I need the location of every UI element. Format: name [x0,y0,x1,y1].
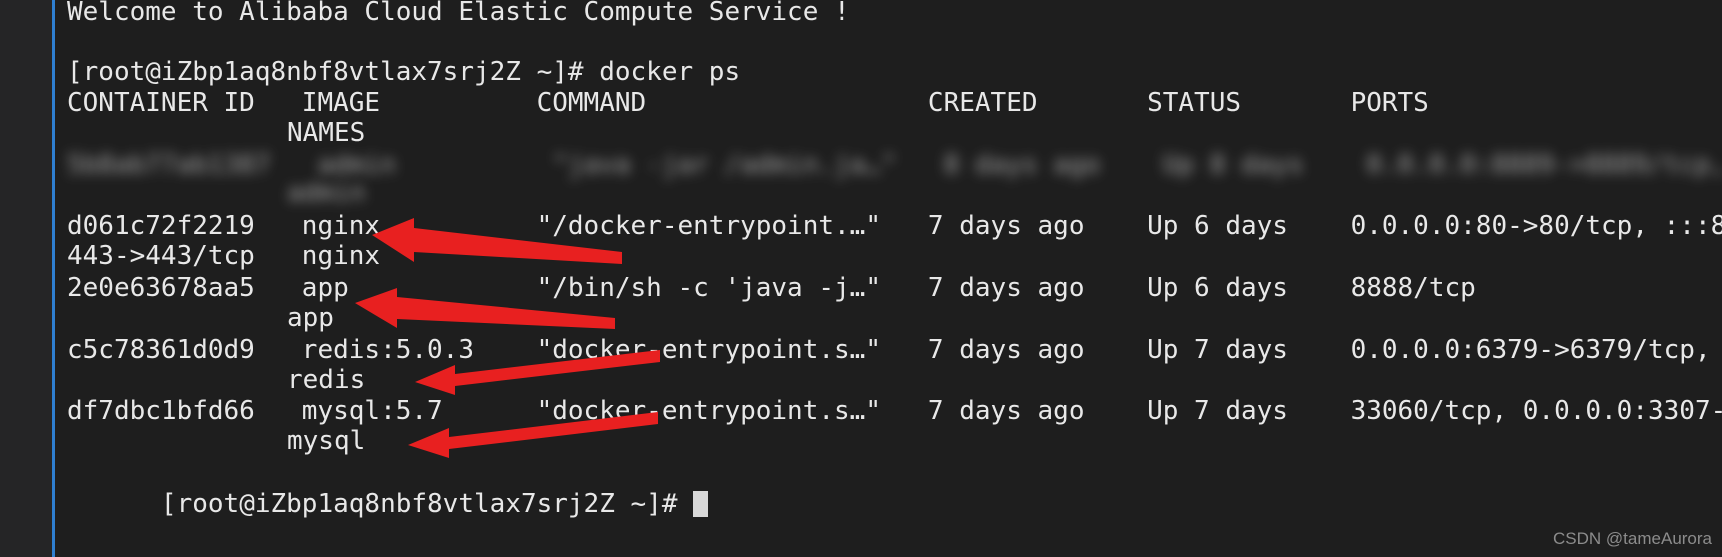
prompt-command-line: [root@iZbp1aq8nbf8vtlax7srj2Z ~]# docker… [67,57,741,87]
terminal-body[interactable]: Welcome to Alibaba Cloud Elastic Compute… [55,0,1722,557]
table-row-redis-line-2: redis [287,365,366,395]
table-row-nginx-line-1: d061c72f2219 nginx "/docker-entrypoint.…… [67,211,1722,241]
table-header-line-2-names: NAMES [287,118,366,148]
table-row-redacted-line-2: admin [287,178,366,208]
table-row-redis-line-1: c5c78361d0d9 redis:5.0.3 "docker-entrypo… [67,335,1711,365]
terminal-screenshot: Welcome to Alibaba Cloud Elastic Compute… [0,0,1722,557]
text-cursor [693,491,709,517]
table-row-redacted-line-1: 5b8ab77ab1387 admin "java -jar /admin.ja… [67,150,1722,180]
table-row-mysql-line-1: df7dbc1bfd66 mysql:5.7 "docker-entrypoin… [67,396,1722,426]
table-row-nginx-line-2: 443->443/tcp nginx [67,241,381,271]
table-row-app-line-2: app [287,303,334,333]
left-gutter [0,0,52,557]
csdn-watermark: CSDN @tameAurora [1553,529,1712,548]
welcome-line: Welcome to Alibaba Cloud Elastic Compute… [67,0,850,27]
table-header-line-1: CONTAINER ID IMAGE COMMAND CREATED STATU… [67,88,1429,118]
prompt-final-line: [root@iZbp1aq8nbf8vtlax7srj2Z ~]# [67,459,709,549]
table-row-mysql-line-2: mysql [287,426,366,456]
table-row-app-line-1: 2e0e63678aa5 app "/bin/sh -c 'java -j…" … [67,273,1476,303]
prompt-final-text: [root@iZbp1aq8nbf8vtlax7srj2Z ~]# [160,489,694,519]
